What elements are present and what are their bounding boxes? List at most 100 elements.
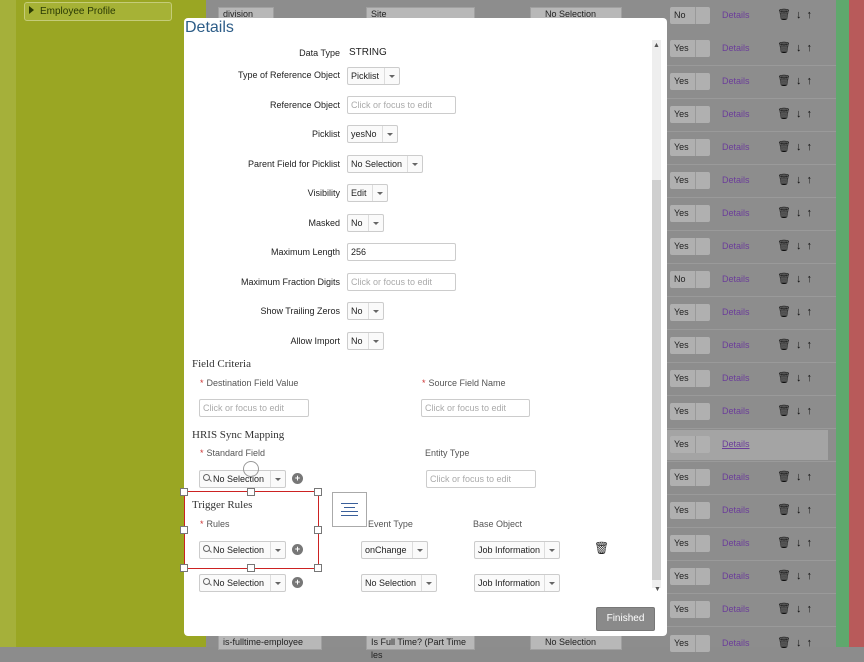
row-details-link[interactable]: Details — [722, 208, 750, 218]
row-details-link[interactable]: Details — [722, 109, 750, 119]
max-fraction-input[interactable]: Click or focus to edit — [347, 273, 456, 291]
masked-select[interactable]: No — [347, 214, 384, 232]
row-actions-icon[interactable]: 🗑↓↑ — [777, 536, 817, 549]
source-field-input[interactable]: Click or focus to edit — [421, 399, 530, 417]
row-yes-no-select[interactable]: Yes — [670, 106, 710, 123]
row-details-link[interactable]: Details — [722, 307, 750, 317]
row-yes-no-select[interactable]: Yes — [670, 337, 710, 354]
reference-object-input[interactable]: Click or focus to edit — [347, 96, 456, 114]
row-yes-no-select[interactable]: Yes — [670, 436, 710, 453]
bottom-row-yes-no[interactable]: Yes — [670, 635, 710, 652]
row-details-link[interactable]: Details — [722, 175, 750, 185]
row-actions-icon[interactable]: 🗑↓↑ — [777, 74, 817, 87]
row-actions-icon[interactable]: 🗑↓↑ — [777, 569, 817, 582]
row-yes-no-select[interactable]: Yes — [670, 304, 710, 321]
row-details-link[interactable]: Details — [722, 142, 750, 152]
reference-type-select[interactable]: Picklist — [347, 67, 400, 85]
row-yes-no-select[interactable]: Yes — [670, 238, 710, 255]
row-yes-no-select[interactable]: Yes — [670, 370, 710, 387]
row-yes-no-select[interactable]: Yes — [670, 601, 710, 618]
top-row-details-link[interactable]: Details — [722, 10, 750, 20]
row-details-link[interactable]: Details — [722, 274, 750, 284]
row-actions-icon[interactable]: 🗑↓↑ — [777, 41, 817, 54]
resize-handle[interactable] — [314, 564, 322, 572]
resize-handle[interactable] — [247, 488, 255, 496]
bottom-row-actions[interactable]: 🗑↓↑ — [777, 636, 817, 649]
resize-handle[interactable] — [180, 564, 188, 572]
row-actions-icon[interactable]: 🗑↓↑ — [777, 107, 817, 120]
top-row-actions[interactable]: 🗑↓↑ — [777, 8, 817, 21]
bottom-row-field-name[interactable]: is-fulltime-employee — [218, 635, 322, 650]
row-details-link[interactable]: Details — [722, 241, 750, 251]
scrollbar-thumb[interactable] — [652, 180, 661, 580]
resize-handle[interactable] — [314, 526, 322, 534]
row-yes-no-select[interactable]: No — [670, 271, 710, 288]
allow-import-select[interactable]: No — [347, 332, 384, 350]
row-details-link[interactable]: Details — [722, 406, 750, 416]
scroll-down-arrow-icon[interactable]: ▼ — [654, 586, 661, 593]
row-actions-icon[interactable]: 🗑↓↑ — [777, 272, 817, 285]
row-yes-no-select[interactable]: Yes — [670, 403, 710, 420]
event-type-select[interactable]: No Selection — [361, 574, 437, 592]
row-details-link[interactable]: Details — [722, 76, 750, 86]
base-object-select[interactable]: Job Information — [474, 574, 560, 592]
row-yes-no-select[interactable]: Yes — [670, 502, 710, 519]
base-object-select[interactable]: Job Information — [474, 541, 560, 559]
finished-button[interactable]: Finished — [596, 607, 655, 631]
row-actions-icon[interactable]: 🗑↓↑ — [777, 503, 817, 516]
row-details-link[interactable]: Details — [722, 571, 750, 581]
resize-handle[interactable] — [180, 488, 188, 496]
row-yes-no-select[interactable]: Yes — [670, 40, 710, 57]
row-yes-no-select[interactable]: Yes — [670, 172, 710, 189]
layout-options-icon[interactable] — [332, 492, 367, 527]
trigger-rule-select[interactable]: No Selection — [199, 574, 286, 592]
add-standard-field-icon[interactable]: + — [292, 473, 303, 484]
row-actions-icon[interactable]: 🗑↓↑ — [777, 239, 817, 252]
standard-field-select[interactable]: No Selection — [199, 470, 286, 488]
entity-type-input[interactable]: Click or focus to edit — [426, 470, 536, 488]
row-actions-icon[interactable]: 🗑↓↑ — [777, 206, 817, 219]
selection-box[interactable] — [184, 491, 319, 569]
row-yes-no-select[interactable]: Yes — [670, 73, 710, 90]
row-actions-icon[interactable]: 🗑↓↑ — [777, 338, 817, 351]
add-rule-icon[interactable]: + — [292, 577, 303, 588]
row-yes-no-select[interactable]: Yes — [670, 205, 710, 222]
picklist-label: Picklist — [311, 129, 340, 139]
event-type-select[interactable]: onChange — [361, 541, 428, 559]
row-actions-icon[interactable]: 🗑↓↑ — [777, 140, 817, 153]
row-actions-icon[interactable]: 🗑↓↑ — [777, 305, 817, 318]
row-yes-no-select[interactable]: Yes — [670, 469, 710, 486]
row-yes-no-select[interactable]: Yes — [670, 139, 710, 156]
row-actions-icon[interactable]: 🗑↓↑ — [777, 371, 817, 384]
top-row-yes-no[interactable]: No — [670, 7, 710, 24]
trailing-zeros-select[interactable]: No — [347, 302, 384, 320]
parent-field-select[interactable]: No Selection — [347, 155, 423, 173]
max-length-input[interactable]: 256 — [347, 243, 456, 261]
row-yes-no-select[interactable]: Yes — [670, 568, 710, 585]
row-details-link[interactable]: Details — [722, 340, 750, 350]
row-details-link[interactable]: Details — [722, 538, 750, 548]
row-actions-icon[interactable]: 🗑↓↑ — [777, 404, 817, 417]
scroll-up-arrow-icon[interactable]: ▲ — [653, 42, 660, 49]
bottom-row-selection[interactable]: No Selection — [530, 635, 622, 650]
rotate-handle-icon[interactable] — [243, 461, 259, 477]
resize-handle[interactable] — [180, 526, 188, 534]
row-details-link[interactable]: Details — [722, 604, 750, 614]
delete-rule-icon[interactable]: 🗑 — [594, 541, 609, 555]
resize-handle[interactable] — [314, 488, 322, 496]
row-details-link[interactable]: Details — [722, 439, 750, 449]
bottom-row-field-label[interactable]: Is Full Time? (Part Time les — [366, 635, 475, 660]
row-details-link[interactable]: Details — [722, 43, 750, 53]
row-actions-icon[interactable]: 🗑↓↑ — [777, 470, 817, 483]
row-details-link[interactable]: Details — [722, 472, 750, 482]
row-actions-icon[interactable]: 🗑↓↑ — [777, 602, 817, 615]
row-yes-no-select[interactable]: Yes — [670, 535, 710, 552]
resize-handle[interactable] — [247, 564, 255, 572]
visibility-select[interactable]: Edit — [347, 184, 388, 202]
row-details-link[interactable]: Details — [722, 373, 750, 383]
sidebar-item-employee-profile[interactable]: Employee Profile — [24, 2, 172, 21]
picklist-select[interactable]: yesNo — [347, 125, 398, 143]
destination-field-input[interactable]: Click or focus to edit — [199, 399, 309, 417]
row-details-link[interactable]: Details — [722, 505, 750, 515]
row-actions-icon[interactable]: 🗑↓↑ — [777, 173, 817, 186]
